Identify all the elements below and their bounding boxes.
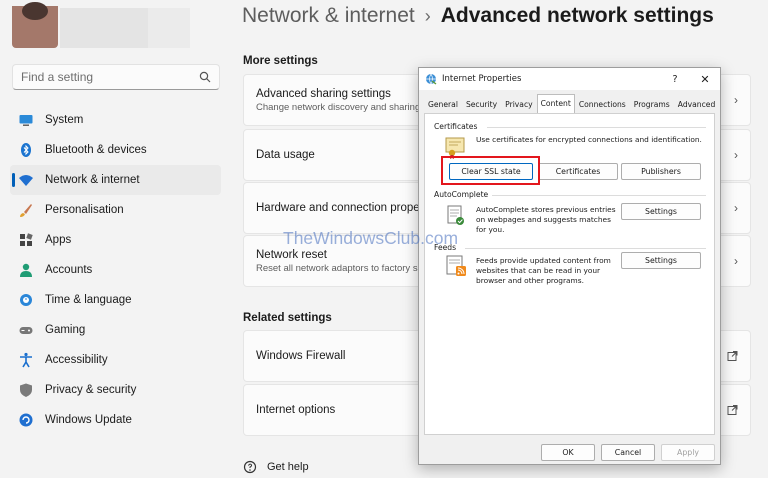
- wifi-icon: [18, 172, 34, 188]
- page-title: Advanced network settings: [440, 4, 714, 27]
- shield-icon: [18, 382, 34, 398]
- globe-clock-icon: [18, 292, 34, 308]
- sidebar-item-label: Privacy & security: [45, 384, 137, 396]
- help-button[interactable]: ?: [660, 74, 690, 85]
- search-placeholder: Find a setting: [21, 70, 94, 84]
- sidebar-nav: System Bluetooth & devices Network & int…: [10, 105, 221, 435]
- open-external-icon: [727, 351, 738, 361]
- sidebar-item-label: Bluetooth & devices: [45, 144, 147, 156]
- feeds-description-line-3: browser and other programs.: [476, 276, 584, 285]
- avatar[interactable]: [12, 2, 58, 48]
- certificates-button[interactable]: Certificates: [538, 163, 618, 180]
- dialog-title: Internet Properties: [442, 74, 522, 84]
- apply-button[interactable]: Apply: [661, 444, 715, 461]
- open-external-icon: [727, 405, 738, 415]
- internet-globe-icon: [426, 73, 437, 85]
- sidebar-item-accessibility[interactable]: Accessibility: [10, 345, 221, 375]
- chevron-right-icon: ›: [734, 93, 738, 107]
- get-help-link[interactable]: Get help: [243, 460, 309, 474]
- tab-privacy[interactable]: Privacy: [501, 96, 537, 114]
- publishers-button[interactable]: Publishers: [621, 163, 701, 180]
- get-help-label: Get help: [267, 461, 309, 473]
- breadcrumb-parent[interactable]: Network & internet: [242, 4, 415, 27]
- help-icon: [243, 460, 257, 474]
- search-input[interactable]: Find a setting: [12, 64, 220, 90]
- tab-content[interactable]: Content: [536, 94, 575, 113]
- sidebar-item-bluetooth[interactable]: Bluetooth & devices: [10, 135, 221, 165]
- sidebar-item-network[interactable]: Network & internet: [10, 165, 221, 195]
- person-icon: [18, 262, 34, 278]
- chevron-right-icon: ›: [424, 6, 431, 26]
- accessibility-icon: [18, 352, 34, 368]
- update-icon: [18, 412, 34, 428]
- feeds-rss-icon: [446, 255, 466, 276]
- sidebar-item-privacy-security[interactable]: Privacy & security: [10, 375, 221, 405]
- profile-name-redacted: [60, 8, 148, 48]
- feeds-settings-button[interactable]: Settings: [621, 252, 701, 269]
- watermark: TheWindowsClub.com: [283, 228, 459, 248]
- chevron-right-icon: ›: [734, 148, 738, 162]
- autocomplete-form-icon: [447, 205, 464, 225]
- internet-properties-dialog: Internet Properties ? ✕ General Security…: [418, 67, 721, 465]
- sidebar-item-label: Network & internet: [45, 174, 140, 186]
- tab-general[interactable]: General: [424, 96, 462, 114]
- chevron-right-icon: ›: [734, 201, 738, 215]
- close-button[interactable]: ✕: [690, 73, 720, 86]
- sidebar-item-personalisation[interactable]: Personalisation: [10, 195, 221, 225]
- certificates-group-label: Certificates: [434, 122, 478, 131]
- autocomplete-group-label: AutoComplete: [434, 190, 489, 199]
- autocomplete-description-line-1: AutoComplete stores previous entries: [476, 205, 616, 214]
- content-tab-panel: Certificates Use certificates for encryp…: [424, 113, 715, 435]
- apps-icon: [18, 232, 34, 248]
- dialog-titlebar[interactable]: Internet Properties ? ✕: [419, 68, 720, 90]
- sidebar-item-label: Time & language: [45, 294, 132, 306]
- monitor-icon: [18, 112, 34, 128]
- tab-programs[interactable]: Programs: [630, 96, 674, 114]
- sidebar-item-label: Personalisation: [45, 204, 124, 216]
- tab-advanced[interactable]: Advanced: [674, 96, 720, 114]
- profile-email-redacted: [148, 8, 190, 48]
- tab-security[interactable]: Security: [462, 96, 501, 114]
- sidebar-item-label: Accessibility: [45, 354, 108, 366]
- sidebar-item-label: Accounts: [45, 264, 93, 276]
- chevron-right-icon: ›: [734, 254, 738, 268]
- bluetooth-icon: [18, 142, 34, 158]
- ok-button[interactable]: OK: [541, 444, 595, 461]
- feeds-description-line-2: websites that can be read in your: [476, 266, 601, 275]
- divider: [487, 127, 706, 128]
- sidebar-item-accounts[interactable]: Accounts: [10, 255, 221, 285]
- tab-connections[interactable]: Connections: [575, 96, 630, 114]
- sidebar-item-label: System: [45, 114, 84, 126]
- autocomplete-description-line-3: for you.: [476, 225, 505, 234]
- autocomplete-settings-button[interactable]: Settings: [621, 203, 701, 220]
- feeds-description-line-1: Feeds provide updated content from: [476, 256, 611, 265]
- sidebar-item-gaming[interactable]: Gaming: [10, 315, 221, 345]
- sidebar-item-label: Apps: [45, 234, 72, 246]
- sidebar-item-time-language[interactable]: Time & language: [10, 285, 221, 315]
- sidebar-item-label: Gaming: [45, 324, 86, 336]
- breadcrumb: Network & internet › Advanced network sett…: [242, 4, 714, 28]
- sidebar-item-system[interactable]: System: [10, 105, 221, 135]
- certificates-description: Use certificates for encrypted connectio…: [476, 135, 702, 144]
- clear-ssl-highlight-box: [441, 156, 540, 185]
- sidebar-item-label: Windows Update: [45, 414, 132, 426]
- search-icon: [199, 71, 211, 83]
- divider: [492, 195, 706, 196]
- brush-icon: [18, 202, 34, 218]
- section-more-settings: More settings: [243, 55, 318, 67]
- sidebar-item-apps[interactable]: Apps: [10, 225, 221, 255]
- dialog-tabs: General Security Privacy Content Connect…: [419, 90, 720, 114]
- gamepad-icon: [18, 322, 34, 338]
- cancel-button[interactable]: Cancel: [601, 444, 655, 461]
- divider: [465, 248, 706, 249]
- autocomplete-description-line-2: on webpages and suggests matches: [476, 215, 611, 224]
- sidebar-item-windows-update[interactable]: Windows Update: [10, 405, 221, 435]
- section-related-settings: Related settings: [243, 312, 332, 324]
